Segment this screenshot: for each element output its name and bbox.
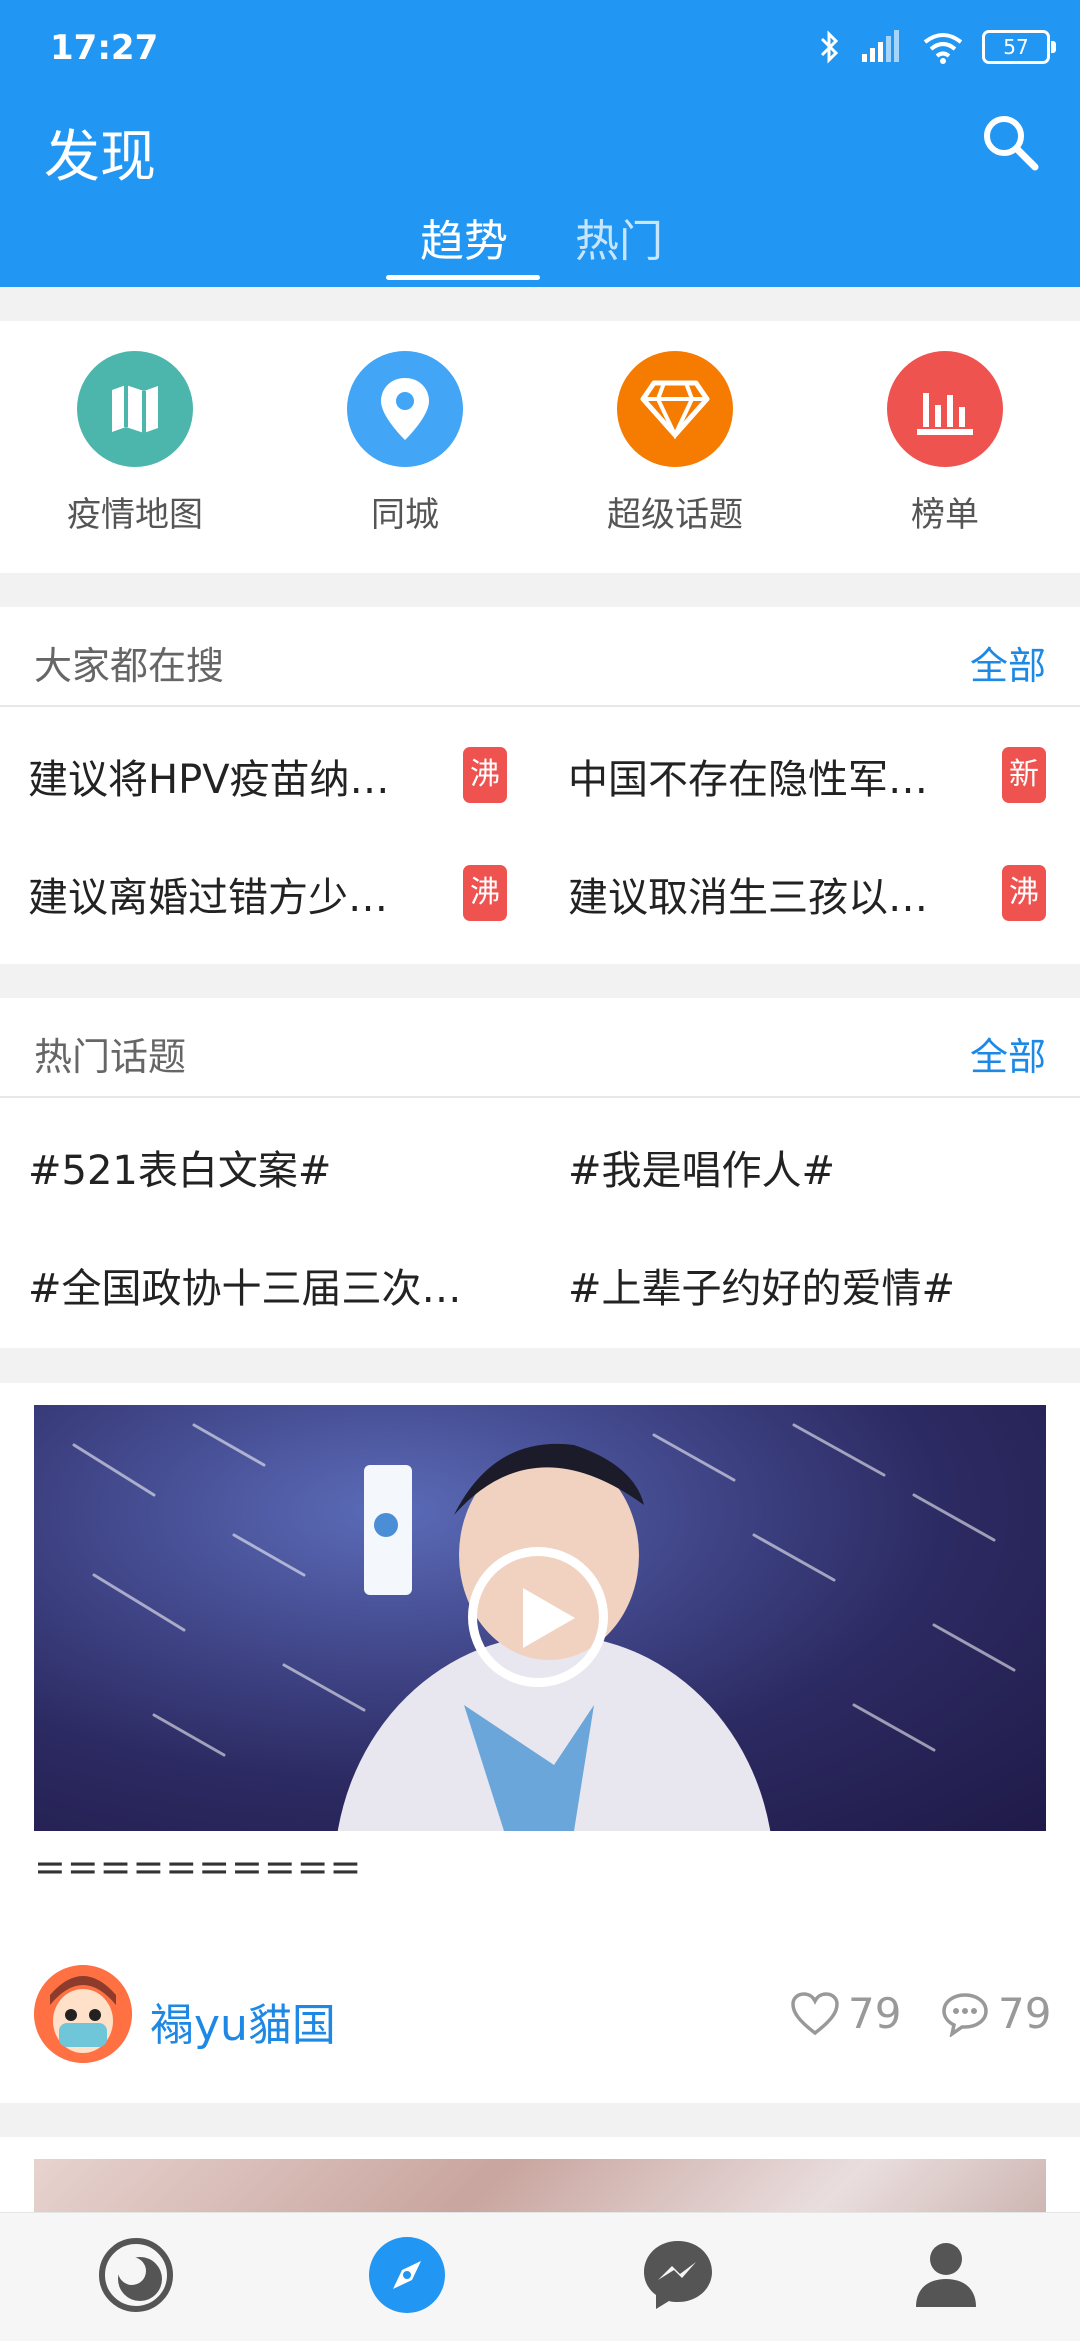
tab-hot[interactable]: 热门 bbox=[575, 205, 663, 269]
trending-searches: 大家都在搜 全部 建议将HPV疫苗纳… 沸 中国不存在隐性军… 新 建议离婚过错… bbox=[0, 607, 1080, 964]
search-item[interactable]: 建议取消生三孩以… bbox=[568, 865, 928, 923]
topic-item[interactable]: #全国政协十三届三次… bbox=[28, 1256, 462, 1314]
quick-link-label: 同城 bbox=[371, 495, 439, 535]
section-title: 热门话题 bbox=[34, 1035, 187, 1079]
heart-icon bbox=[791, 1991, 839, 2035]
comment-button[interactable]: 79 bbox=[940, 1989, 1051, 2038]
home-swirl-icon[interactable] bbox=[96, 2235, 176, 2315]
compass-icon[interactable] bbox=[367, 2235, 447, 2315]
quick-link-super-topic[interactable]: 超级话题 bbox=[575, 351, 775, 536]
tab-trend[interactable]: 趋势 bbox=[420, 205, 508, 269]
section-header: 热门话题 全部 bbox=[0, 998, 1080, 1098]
app-header: 17:27 57 发现 趋势 热门 bbox=[0, 0, 1080, 287]
avatar[interactable] bbox=[34, 1965, 132, 2063]
topic-item[interactable]: #我是唱作人# bbox=[568, 1138, 835, 1196]
battery-indicator: 57 bbox=[982, 30, 1056, 64]
bar-chart-icon bbox=[887, 351, 1003, 467]
view-all-link[interactable]: 全部 bbox=[970, 1026, 1046, 1081]
topic-item[interactable]: #上辈子约好的爱情# bbox=[568, 1256, 955, 1314]
quick-link-local[interactable]: 同城 bbox=[305, 351, 505, 536]
profile-icon[interactable] bbox=[906, 2235, 986, 2315]
signal-icon bbox=[862, 30, 899, 62]
status-time: 17:27 bbox=[50, 28, 159, 68]
search-icon[interactable] bbox=[980, 112, 1040, 172]
quick-links: 疫情地图 同城 超级话题 榜单 bbox=[0, 321, 1080, 573]
active-tab-indicator bbox=[386, 275, 540, 280]
map-icon bbox=[77, 351, 193, 467]
quick-link-label: 榜单 bbox=[911, 495, 979, 535]
tab-bar: 趋势 热门 bbox=[0, 205, 1080, 287]
search-item[interactable]: 中国不存在隐性军… bbox=[568, 747, 928, 805]
page-title: 发现 bbox=[44, 125, 156, 190]
quick-link-label: 超级话题 bbox=[607, 495, 743, 535]
quick-link-ranking[interactable]: 榜单 bbox=[845, 351, 1045, 536]
hot-badge: 沸 bbox=[463, 865, 507, 921]
video-thumbnail[interactable] bbox=[34, 1405, 1046, 1831]
bluetooth-icon bbox=[820, 30, 839, 64]
like-count: 79 bbox=[848, 1989, 902, 2038]
comment-count: 79 bbox=[998, 1989, 1052, 2038]
bottom-navigation bbox=[0, 2212, 1080, 2341]
quick-link-label: 疫情地图 bbox=[67, 495, 203, 535]
feed-post: ========== 褟yu貓国 79 79 bbox=[0, 1383, 1080, 2103]
wifi-icon bbox=[923, 33, 963, 64]
post-text: ========== bbox=[34, 1845, 363, 1889]
search-item[interactable]: 建议将HPV疫苗纳… bbox=[28, 747, 390, 805]
search-item[interactable]: 建议离婚过错方少… bbox=[28, 865, 388, 923]
status-icons: 57 bbox=[818, 30, 1056, 64]
messenger-icon[interactable] bbox=[638, 2235, 718, 2315]
location-pin-icon bbox=[347, 351, 463, 467]
new-badge: 新 bbox=[1002, 747, 1046, 803]
play-icon[interactable] bbox=[468, 1547, 608, 1687]
hot-topics: 热门话题 全部 #521表白文案# #我是唱作人# #全国政协十三届三次… #上… bbox=[0, 998, 1080, 1348]
diamond-icon bbox=[617, 351, 733, 467]
comment-icon bbox=[942, 1992, 988, 2037]
section-title: 大家都在搜 bbox=[34, 644, 225, 688]
hot-badge: 沸 bbox=[1002, 865, 1046, 921]
like-button[interactable]: 79 bbox=[790, 1989, 901, 2038]
section-header: 大家都在搜 全部 bbox=[0, 607, 1080, 707]
view-all-link[interactable]: 全部 bbox=[970, 635, 1046, 690]
author-name[interactable]: 褟yu貓国 bbox=[150, 1989, 336, 2053]
topic-item[interactable]: #521表白文案# bbox=[28, 1138, 331, 1196]
hot-badge: 沸 bbox=[463, 747, 507, 803]
quick-link-epidemic-map[interactable]: 疫情地图 bbox=[35, 351, 235, 536]
